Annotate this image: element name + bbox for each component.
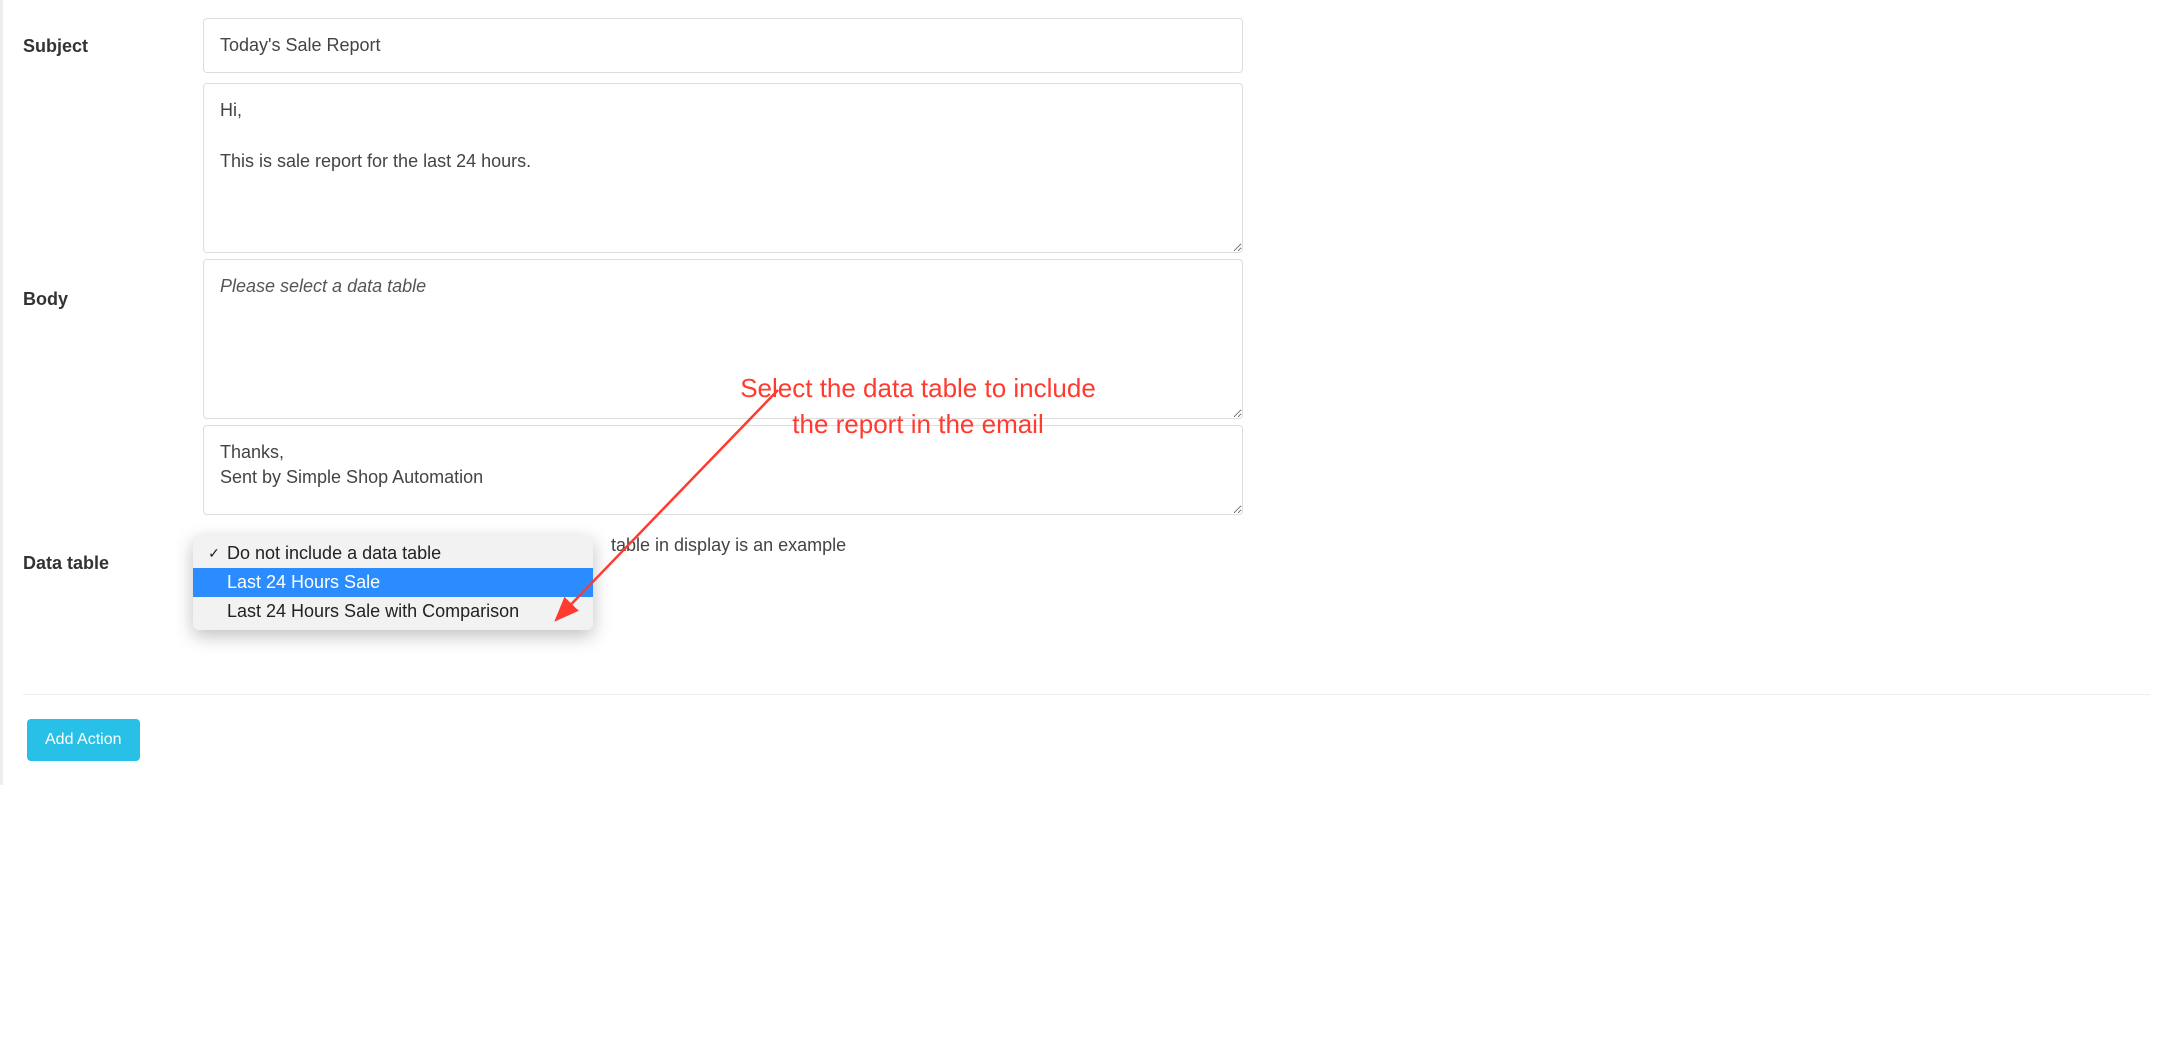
checkmark-icon: ✓ [203, 545, 225, 562]
body-textarea-top[interactable] [203, 83, 1243, 253]
body-label: Body [23, 289, 203, 310]
dropdown-option-label: Do not include a data table [227, 543, 441, 564]
data-table-label: Data table [23, 535, 203, 574]
subject-label: Subject [23, 18, 203, 57]
divider [23, 694, 2150, 695]
dropdown-option-none[interactable]: ✓ Do not include a data table [193, 539, 593, 568]
add-action-button[interactable]: Add Action [27, 719, 140, 761]
body-textarea-placeholder[interactable] [203, 259, 1243, 419]
dropdown-option-last24[interactable]: Last 24 Hours Sale [193, 568, 593, 597]
data-table-dropdown[interactable]: ✓ Do not include a data table Last 24 Ho… [193, 535, 593, 630]
subject-input[interactable] [203, 18, 1243, 73]
dropdown-option-last24-compare[interactable]: Last 24 Hours Sale with Comparison [193, 597, 593, 626]
dropdown-option-label: Last 24 Hours Sale with Comparison [227, 601, 519, 622]
data-table-hint: table in display is an example [611, 521, 846, 555]
body-textarea-bottom[interactable] [203, 425, 1243, 515]
dropdown-option-label: Last 24 Hours Sale [227, 572, 380, 593]
